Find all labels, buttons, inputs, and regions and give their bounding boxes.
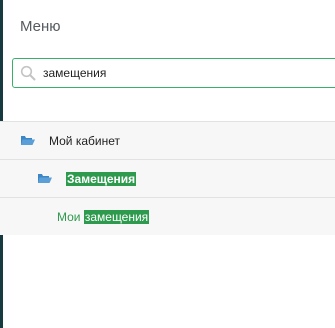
tree-item-substitutions[interactable]: Замещения bbox=[0, 159, 335, 197]
tree-item-my-cabinet[interactable]: Мой кабинет bbox=[0, 121, 335, 159]
tree-item-label: Мой кабинет bbox=[49, 133, 121, 148]
folder-open-icon bbox=[21, 136, 35, 145]
search-box[interactable] bbox=[12, 58, 335, 88]
tree-item-my-substitutions[interactable]: Мои замещения bbox=[0, 197, 335, 235]
search-input[interactable] bbox=[43, 63, 333, 83]
search-icon bbox=[20, 65, 36, 81]
menu-panel: Меню Мой кабинет Замещения Мои замещения bbox=[0, 0, 335, 328]
menu-tree: Мой кабинет Замещения Мои замещения bbox=[0, 121, 335, 235]
search-highlight: Замещения bbox=[66, 171, 137, 186]
menu-title: Меню bbox=[20, 18, 61, 35]
folder-open-icon bbox=[38, 174, 52, 183]
tree-item-label-prefix: Мои bbox=[57, 209, 84, 224]
search-highlight: замещения bbox=[83, 209, 150, 224]
